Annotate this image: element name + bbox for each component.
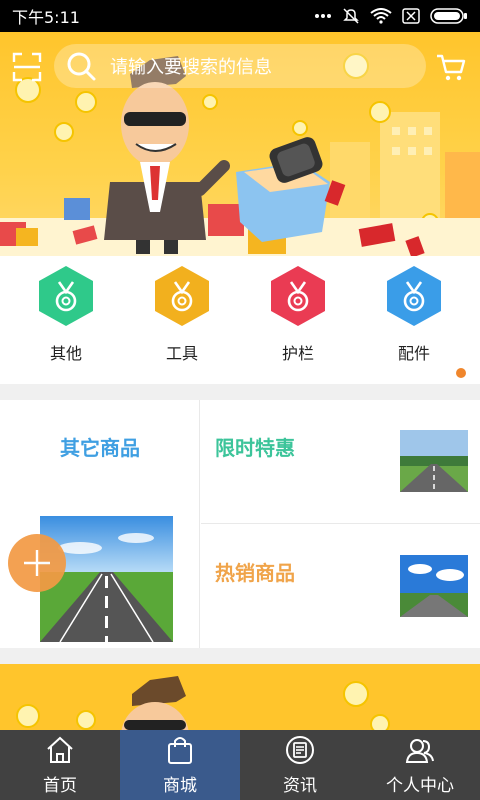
product-panel: 其它商品 限时特惠 热销商品 — [0, 400, 480, 648]
tab-user-center[interactable]: 个人中心 — [360, 730, 480, 800]
category-item-other[interactable]: 其他 — [26, 266, 106, 366]
card-title: 限时特惠 — [215, 436, 295, 460]
search-placeholder: 请输入要搜索的信息 — [110, 57, 272, 78]
more-dots-icon — [314, 13, 332, 19]
card-title: 热销商品 — [215, 561, 295, 585]
sim-icon — [402, 8, 420, 24]
home-icon — [47, 736, 73, 763]
medal-icon — [271, 266, 325, 326]
page-indicator-dot — [456, 368, 466, 378]
tab-label: 首页 — [43, 775, 77, 796]
category-row: 其他 工具 护栏 配件 — [0, 256, 480, 384]
cart-icon — [437, 54, 466, 81]
status-icons — [314, 7, 468, 25]
scan-button[interactable] — [12, 52, 42, 82]
hot-products-card[interactable]: 热销商品 — [201, 525, 480, 648]
card-title: 其它商品 — [60, 436, 140, 460]
banner-illustration — [16, 676, 390, 730]
category-label: 配件 — [397, 344, 430, 363]
user-center-icon — [405, 738, 434, 763]
promo-banner[interactable]: 请输入要搜索的信息 — [0, 32, 480, 256]
road-image — [400, 555, 468, 617]
limited-offer-card[interactable]: 限时特惠 — [201, 400, 480, 524]
tab-label: 个人中心 — [386, 775, 454, 796]
search-icon — [67, 52, 96, 81]
mute-icon — [342, 7, 360, 25]
scan-icon — [12, 52, 42, 82]
medal-icon — [387, 266, 441, 326]
tab-home[interactable]: 首页 — [0, 730, 120, 800]
tab-mall[interactable]: 商城 — [120, 730, 240, 800]
medal-icon — [39, 266, 93, 326]
category-item-tools[interactable]: 工具 — [142, 266, 222, 366]
other-products-card[interactable]: 其它商品 — [0, 400, 200, 648]
category-item-parts[interactable]: 配件 — [374, 266, 454, 366]
category-label: 护栏 — [281, 344, 314, 363]
category-item-guardrail[interactable]: 护栏 — [258, 266, 338, 366]
medal-icon — [155, 266, 209, 326]
bottom-tab-bar: 首页 商城 资讯 个人中心 — [0, 730, 480, 800]
category-label: 其他 — [49, 344, 82, 363]
battery-icon — [430, 7, 468, 25]
road-image — [400, 430, 468, 492]
floating-add-button[interactable] — [8, 534, 66, 592]
secondary-banner[interactable] — [0, 664, 480, 730]
status-time: 下午5:11 — [12, 8, 80, 27]
tab-label: 资讯 — [283, 775, 317, 796]
cart-button[interactable] — [436, 52, 466, 82]
wifi-icon — [370, 8, 392, 24]
shopping-bag-icon — [168, 736, 192, 764]
category-label: 工具 — [165, 344, 198, 363]
app-screen: 下午5:11 请输入要搜索的信息 其他 工具 护栏 配件 其它商品 限时特惠 热… — [0, 0, 480, 800]
tab-label: 商城 — [163, 775, 197, 796]
plus-icon — [24, 550, 50, 576]
search-input[interactable]: 请输入要搜索的信息 — [54, 44, 426, 88]
news-icon — [286, 735, 314, 764]
tab-news[interactable]: 资讯 — [240, 730, 360, 800]
status-bar: 下午5:11 — [0, 0, 480, 32]
